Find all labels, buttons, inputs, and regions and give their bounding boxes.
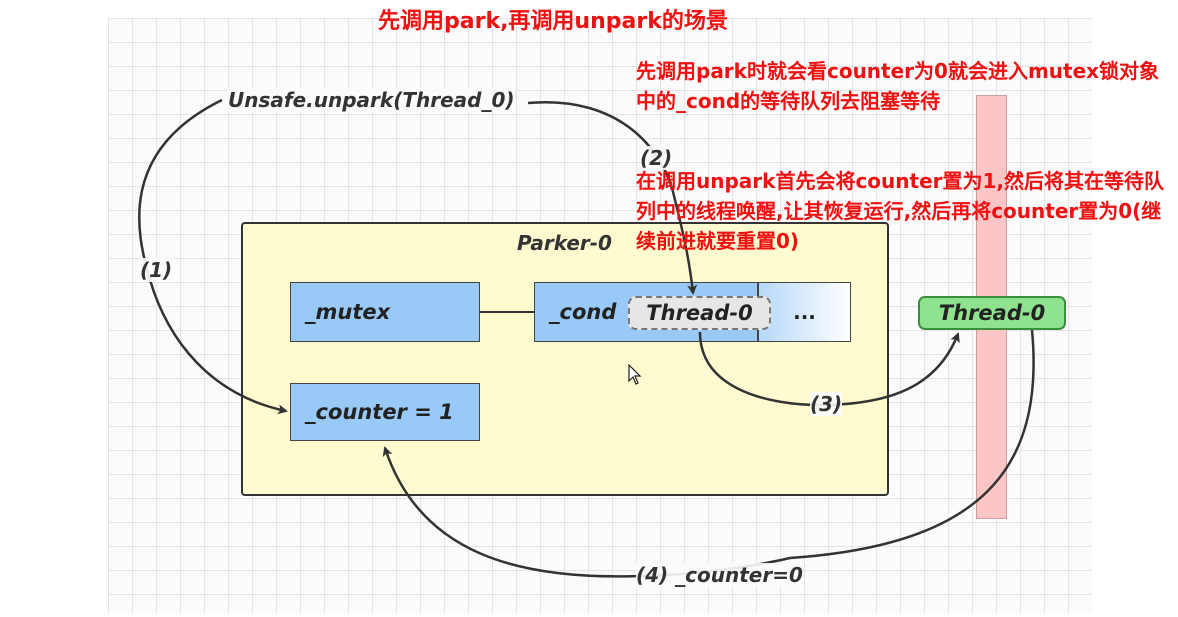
unpark-note: 在调用unpark首先会将counter置为1,然后将其在等待队列中的线程唤醒,…: [636, 169, 1165, 253]
waiting-thread-node: Thread-0: [628, 296, 771, 330]
mouse-cursor-icon: [628, 364, 642, 385]
step3-label: (3): [810, 392, 843, 416]
unpark-call-label: Unsafe.unpark(Thread_0): [228, 88, 515, 112]
arrow-step1: [138, 98, 288, 415]
step1-label: (1): [140, 258, 173, 282]
park-note: 先调用park时就会看counter为0就会进入mutex锁对象中的_cond的…: [636, 59, 1160, 113]
running-thread-node: Thread-0: [918, 296, 1066, 330]
step4-label: (4) _counter=0: [636, 563, 803, 587]
